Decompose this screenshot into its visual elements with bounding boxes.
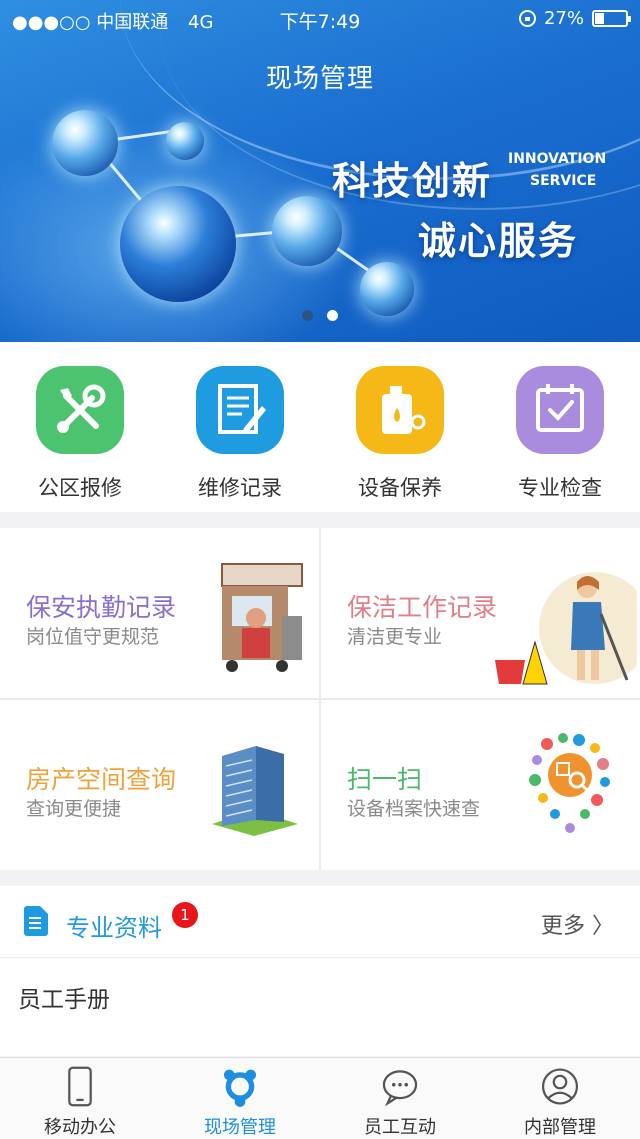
card-title: 扫一扫 xyxy=(347,765,423,794)
document-icon xyxy=(24,906,48,936)
tab-label: 现场管理 xyxy=(204,1117,276,1138)
carousel-dots[interactable] xyxy=(0,310,640,321)
banner-slogan-1: 科技创新 xyxy=(332,159,493,203)
battery-percent: 27% xyxy=(543,8,584,29)
page-title: 现场管理 xyxy=(265,64,374,94)
chat-bubble-icon xyxy=(382,1070,418,1107)
quick-action-label: 公区报修 xyxy=(38,476,122,500)
quick-action-label: 设备保养 xyxy=(358,476,442,500)
phone-icon xyxy=(68,1066,92,1107)
parking-booth-illustration xyxy=(221,563,303,672)
quick-action-label: 专业检查 xyxy=(518,476,602,500)
battery-level xyxy=(595,13,604,24)
card-subtitle: 岗位值守更规范 xyxy=(26,626,160,648)
tab-bar: 移动办公 现场管理 员工互动 内部管理 xyxy=(0,1057,640,1139)
list-item[interactable]: 员工手册 xyxy=(18,980,110,1014)
card-cleaning-record[interactable]: 保洁工作记录 清洁更专业 xyxy=(321,528,640,698)
resources-section: 专业资料 1 更多 〉 员工手册 xyxy=(0,886,640,1056)
feature-cards: 保安执勤记录 岗位值守更规范 保洁工作记录 清洁更专业 房产空间查询 查询更便捷… xyxy=(0,528,640,870)
resources-title: 专业资料 xyxy=(66,914,162,942)
card-title: 房产空间查询 xyxy=(26,765,177,794)
banner-slogan-en-1: INNOVATION xyxy=(508,151,607,167)
card-title: 保洁工作记录 xyxy=(347,593,498,622)
oil-can-icon[interactable] xyxy=(356,366,444,454)
card-subtitle: 清洁更专业 xyxy=(347,626,443,648)
quick-action-public-repair[interactable]: 公区报修 xyxy=(0,342,160,512)
building-illustration xyxy=(212,746,298,836)
cleaner-illustration xyxy=(495,572,637,685)
status-right: 27% xyxy=(518,8,631,29)
card-security-record[interactable]: 保安执勤记录 岗位值守更规范 xyxy=(0,528,319,698)
tab-staff-interaction[interactable]: 员工互动 xyxy=(320,1058,480,1139)
tab-field-management[interactable]: 现场管理 xyxy=(160,1058,320,1139)
banner-slogan-en: INNOVATION SERVICE xyxy=(508,148,606,192)
quick-action-repair-record[interactable]: 维修记录 xyxy=(160,342,320,512)
quick-action-maintenance[interactable]: 设备保养 xyxy=(320,342,480,512)
quick-actions: 公区报修 维修记录 设备保养 专业检查 xyxy=(0,342,640,512)
quick-action-label: 维修记录 xyxy=(198,476,282,500)
battery-icon xyxy=(592,10,631,27)
tab-label: 员工互动 xyxy=(364,1117,436,1138)
carousel-dot-active[interactable] xyxy=(327,310,338,321)
card-subtitle: 查询更便捷 xyxy=(26,798,122,820)
qr-scan-illustration xyxy=(529,733,610,833)
user-profile-icon xyxy=(541,1068,579,1105)
header-banner[interactable]: 科技创新 INNOVATION SERVICE 诚心服务 xyxy=(0,0,640,342)
small-sphere-icon xyxy=(166,122,204,160)
tab-label: 移动办公 xyxy=(44,1117,116,1138)
resources-header[interactable]: 专业资料 1 更多 〉 xyxy=(0,886,640,958)
banner-slogan-2: 诚心服务 xyxy=(418,219,579,263)
document-edit-icon[interactable] xyxy=(196,366,284,454)
card-property-query[interactable]: 房产空间查询 查询更便捷 xyxy=(0,700,319,870)
quick-action-inspection[interactable]: 专业检查 xyxy=(480,342,640,512)
card-scan[interactable]: 扫一扫 设备档案快速查 xyxy=(321,700,640,870)
carousel-dot[interactable] xyxy=(302,310,313,321)
notification-badge: 1 xyxy=(172,902,198,928)
business-sphere-icon xyxy=(52,110,118,176)
more-link[interactable]: 更多 〉 xyxy=(541,908,614,940)
status-bar: ●●●○○ 中国联通 4G 下午7:49 27% xyxy=(0,0,640,36)
card-divider-horizontal xyxy=(0,698,640,700)
network-sphere-icon xyxy=(360,262,414,316)
globe-icon xyxy=(120,186,236,302)
calendar-check-icon[interactable] xyxy=(516,366,604,454)
banner-slogan-en-2: SERVICE xyxy=(530,173,597,189)
card-subtitle: 设备档案快速查 xyxy=(347,798,481,820)
tab-mobile-office[interactable]: 移动办公 xyxy=(0,1058,160,1139)
wrench-screwdriver-icon[interactable] xyxy=(36,366,124,454)
field-management-icon xyxy=(223,1069,257,1107)
city-sphere-icon xyxy=(272,196,342,266)
tab-label: 内部管理 xyxy=(524,1117,596,1138)
rotation-lock-icon xyxy=(518,10,536,27)
tab-internal-management[interactable]: 内部管理 xyxy=(480,1058,640,1139)
card-title: 保安执勤记录 xyxy=(26,593,177,622)
